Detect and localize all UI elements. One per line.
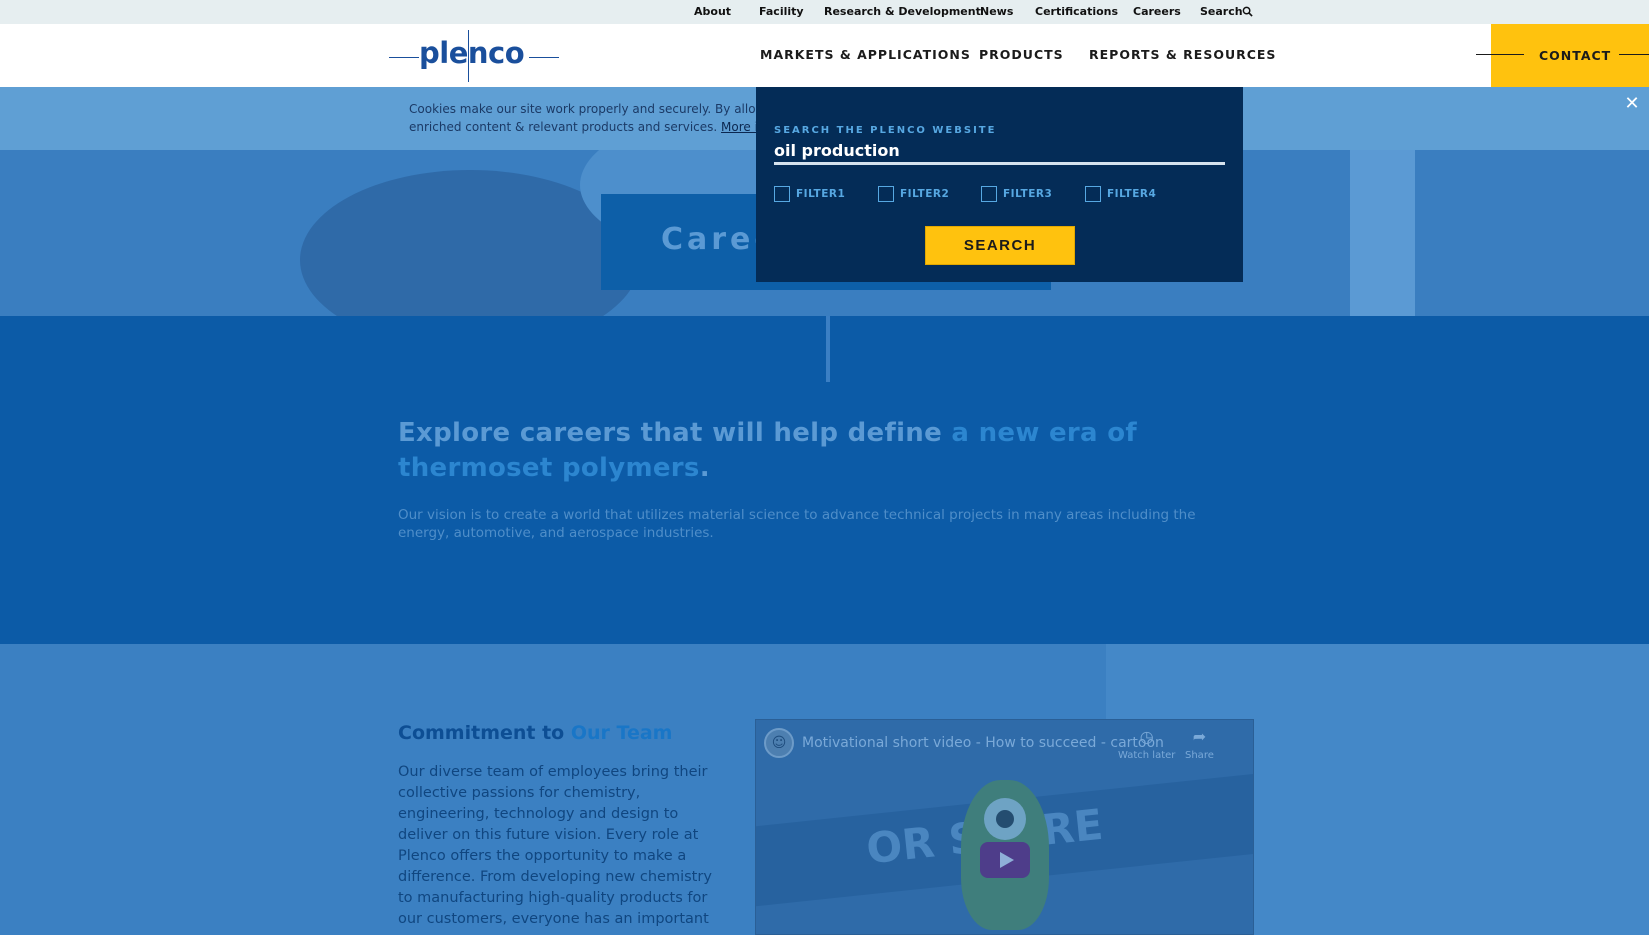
nav-reports-resources[interactable]: REPORTS & RESOURCES — [1089, 47, 1276, 62]
watch-later-button[interactable]: ◷ Watch later — [1118, 727, 1176, 762]
search-submit-button[interactable]: SEARCH — [925, 226, 1075, 265]
share-label: Share — [1185, 750, 1214, 761]
share-icon: ➦ — [1192, 727, 1207, 746]
utility-link-about[interactable]: About — [694, 5, 731, 18]
play-button-icon[interactable] — [980, 842, 1030, 878]
search-modal: SEARCH THE PLENCO WEBSITE FILTER1 FILTER… — [756, 87, 1243, 282]
video-character-eye — [984, 798, 1026, 840]
nav-markets-applications[interactable]: MARKETS & APPLICATIONS — [760, 47, 971, 62]
utility-link-certifications[interactable]: Certifications — [1035, 5, 1118, 18]
commitment-heading-highlight: Our Team — [570, 722, 673, 744]
nav-products[interactable]: PRODUCTS — [979, 47, 1064, 62]
video-player[interactable]: OR SCARE ☺ Motivational short video - Ho… — [755, 719, 1254, 935]
utility-bar: About Facility Research & Development Ne… — [0, 0, 1649, 24]
commitment-body: Our diverse team of employees bring thei… — [398, 764, 712, 927]
watch-later-label: Watch later — [1118, 750, 1176, 761]
contact-label: CONTACT — [1539, 48, 1612, 63]
cookie-text-line2: enriched content & relevant products and… — [409, 118, 759, 136]
plenco-logo[interactable]: plenco — [389, 30, 559, 82]
utility-link-facility[interactable]: Facility — [759, 5, 804, 18]
filter-label: FILTER3 — [1003, 188, 1053, 200]
share-button[interactable]: ➦ Share — [1185, 727, 1214, 762]
search-label: SEARCH THE PLENCO WEBSITE — [774, 125, 997, 136]
checkbox-icon[interactable] — [1085, 186, 1101, 202]
cookie-more-info-link[interactable]: More inf — [721, 120, 759, 134]
contact-line-left — [1476, 54, 1524, 55]
commitment-heading: Commitment to Our Team — [398, 722, 672, 744]
intro-heading: Explore careers that will help define a … — [398, 416, 1218, 486]
search-icon[interactable] — [1242, 6, 1253, 17]
filter-label: FILTER4 — [1107, 188, 1157, 200]
logo-line-right — [529, 57, 559, 58]
cookie-text-line2-body: enriched content & relevant products and… — [409, 120, 718, 134]
cookie-text: Cookies make our site work properly and … — [409, 100, 759, 136]
utility-link-research[interactable]: Research & Development — [824, 5, 981, 18]
video-title[interactable]: Motivational short video - How to succee… — [802, 735, 1164, 751]
logo-line-left — [389, 57, 419, 58]
hero-image-shape — [1350, 150, 1415, 316]
utility-link-search[interactable]: Search — [1200, 5, 1243, 18]
section-divider-line — [826, 316, 830, 382]
utility-link-news[interactable]: News — [980, 5, 1013, 18]
logo-wordmark: plenco — [419, 36, 525, 70]
search-input[interactable] — [774, 139, 1225, 165]
checkbox-icon[interactable] — [774, 186, 790, 202]
contact-button[interactable]: CONTACT — [1476, 24, 1649, 87]
commitment-heading-plain: Commitment to — [398, 722, 571, 744]
utility-link-careers[interactable]: Careers — [1133, 5, 1181, 18]
checkbox-icon[interactable] — [981, 186, 997, 202]
site-header: plenco MARKETS & APPLICATIONS PRODUCTS R… — [0, 24, 1649, 87]
cookie-text-line1: Cookies make our site work properly and … — [409, 102, 759, 116]
intro-heading-end: . — [699, 453, 710, 483]
checkbox-icon[interactable] — [878, 186, 894, 202]
filter-label: FILTER1 — [796, 188, 846, 200]
close-icon[interactable]: ✕ — [1623, 95, 1641, 113]
intro-heading-plain: Explore careers that will help define — [398, 418, 952, 448]
intro-body: Our vision is to create a world that uti… — [398, 507, 1196, 541]
filter-label: FILTER2 — [900, 188, 950, 200]
contact-line-right — [1619, 54, 1649, 55]
channel-avatar[interactable]: ☺ — [764, 728, 794, 758]
clock-icon: ◷ — [1139, 727, 1154, 746]
intro-section: Explore careers that will help define a … — [0, 316, 1649, 644]
